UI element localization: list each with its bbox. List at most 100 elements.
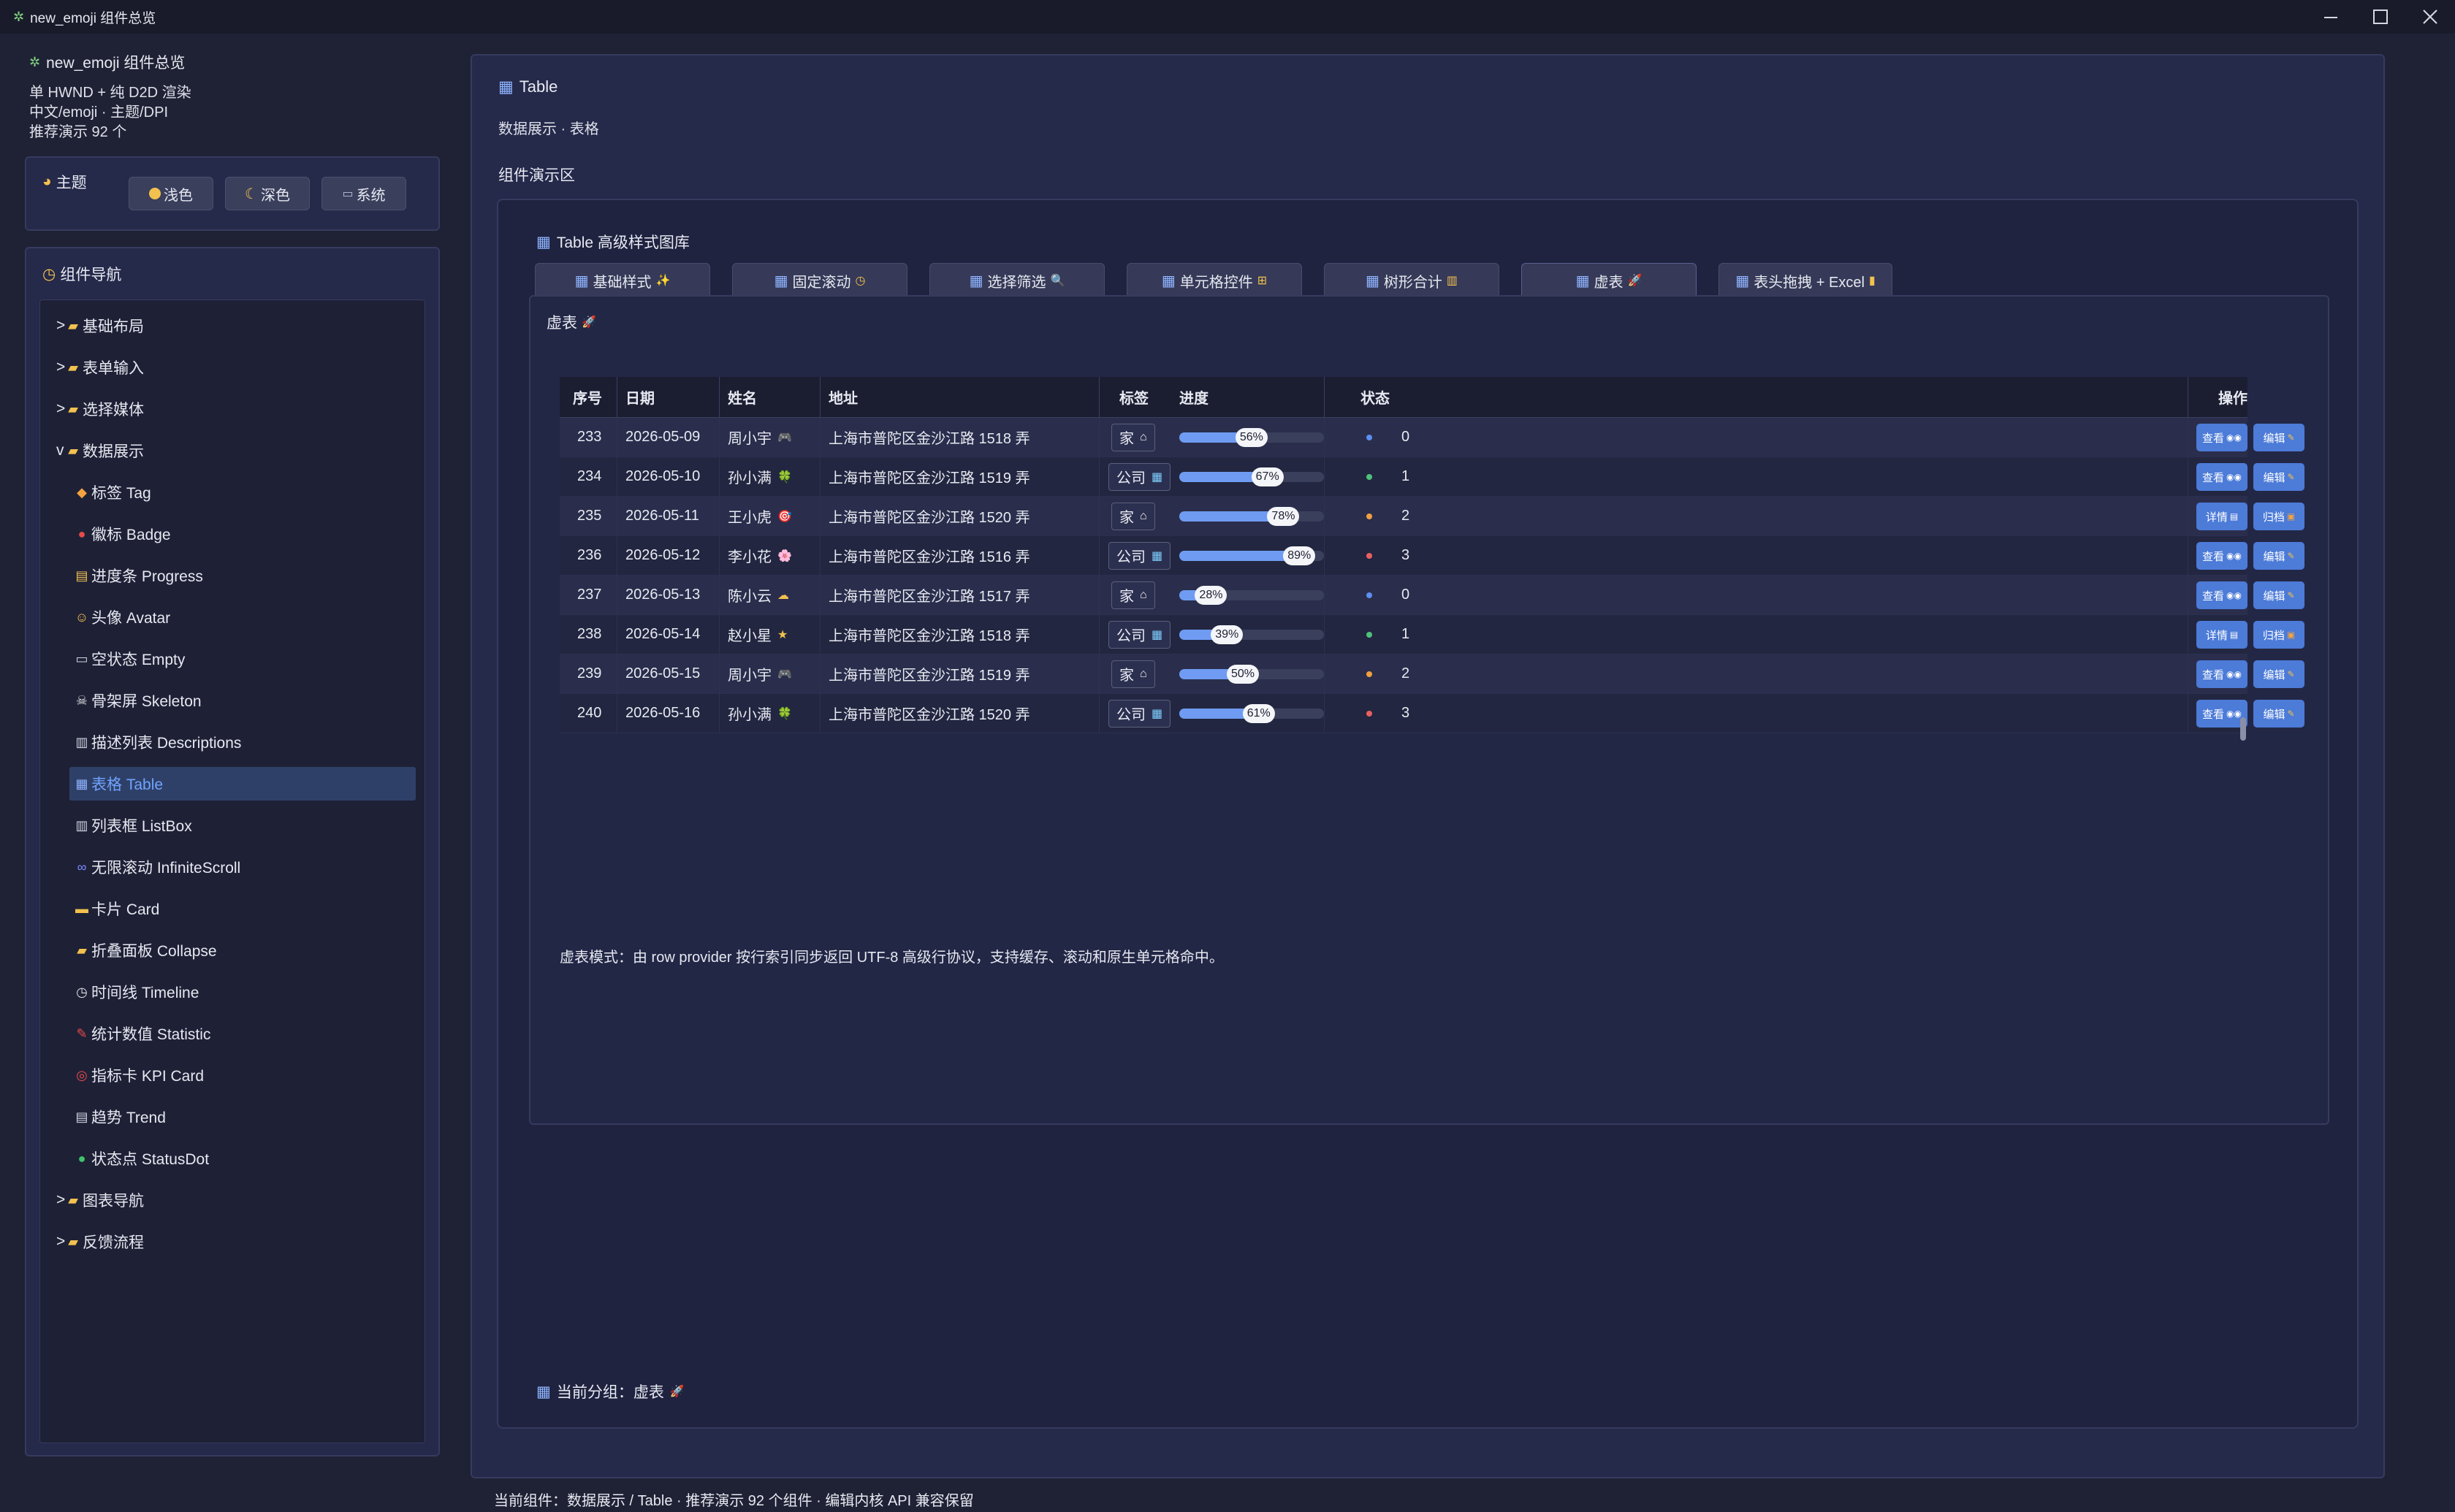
cell-status: 2 (1366, 497, 1409, 535)
column-header[interactable]: 标签 (1119, 377, 1149, 417)
table-row[interactable]: 237 2026-05-13 陈小云 ☁ 上海市普陀区金沙江路 1517 弄家 ⌂ 28% 0… (560, 576, 2304, 615)
tab-4[interactable]: ▦ 树形合计 ▥ (1324, 263, 1499, 298)
table-row[interactable]: 238 2026-05-14 赵小星 ★ 上海市普陀区金沙江路 1518 弄 公司 ▦ 39%… (560, 615, 2304, 654)
nav-item[interactable]: ▤ 进度条 Progress (69, 559, 416, 592)
table-row[interactable]: 239 2026-05-15 周小宇 🎮 上海市普陀区金沙江路 1519 弄家 ⌂ 50% 2… (560, 654, 2304, 694)
nav-group[interactable]: > ▰ 反馈流程 (50, 1225, 416, 1259)
table-row[interactable]: 235 2026-05-11 王小虎 🎯 上海市普陀区金沙江路 1520 弄家 ⌂ 78% 2… (560, 497, 2304, 536)
column-divider (820, 457, 821, 496)
nav-group[interactable]: > ▰ 选择媒体 (50, 392, 416, 426)
nav-item[interactable]: ◎ 指标卡 KPI Card (69, 1058, 416, 1092)
chart-icon: ▦ (536, 233, 551, 251)
tag-chip[interactable]: 公司 ▦ (1108, 699, 1171, 728)
tag-chip[interactable]: 公司 ▦ (1108, 541, 1171, 570)
action-button[interactable]: 查看 ◉◉ (2196, 581, 2247, 609)
nav-group[interactable]: v ▰ 数据展示 (50, 434, 416, 467)
column-header[interactable]: 姓名 (728, 377, 757, 417)
action-button[interactable]: 详情 ▤ (2196, 621, 2247, 649)
action-button[interactable]: 编辑 ✎ (2253, 581, 2304, 609)
tag-label: 家 (1119, 510, 1134, 526)
tag-chip[interactable]: 家 ⌂ (1111, 581, 1155, 609)
cell-progress: 89% (1179, 536, 1324, 575)
tab-1[interactable]: ▦ 固定滚动 ◷ (732, 263, 907, 298)
action-button[interactable]: 归档 ▣ (2253, 621, 2304, 649)
nav-item[interactable]: ▦ 表格 Table (69, 767, 416, 801)
column-header[interactable]: 日期 (625, 377, 655, 417)
tab-0[interactable]: ▦ 基础样式 ✨ (535, 263, 710, 298)
action-button[interactable]: 编辑 ✎ (2253, 660, 2304, 688)
nav-tree[interactable]: > ▰ 基础布局 > ▰ 表单输入 > ▰ 选择媒体 v ▰ 数据展示 ◆ 标签 Tag ● 徽标 Badge… (39, 299, 425, 1443)
nav-item[interactable]: ▥ 描述列表 Descriptions (69, 725, 416, 759)
virtual-mode-note: 虚表模式：由 row provider 按行索引同步返回 UTF-8 高级行协议… (560, 950, 1224, 966)
action-button[interactable]: 编辑 ✎ (2253, 424, 2304, 451)
chart-icon: ▦ (1735, 272, 1750, 289)
column-divider (1324, 536, 1325, 575)
nav-item[interactable]: ▤ 趋势 Trend (69, 1100, 416, 1134)
action-button[interactable]: 查看 ◉◉ (2196, 463, 2247, 491)
table-row[interactable]: 233 2026-05-09 周小宇 🎮 上海市普陀区金沙江路 1518 弄家 ⌂ 56% 0… (560, 418, 2304, 457)
nav-group[interactable]: > ▰ 基础布局 (50, 309, 416, 343)
action-label: 编辑 (2263, 550, 2285, 563)
nav-item-label: 骨架屏 Skeleton (91, 693, 202, 710)
tag-chip[interactable]: 公司 ▦ (1108, 462, 1171, 491)
nav-item[interactable]: ▬ 卡片 Card (69, 892, 416, 925)
action-button[interactable]: 编辑 ✎ (2253, 542, 2304, 570)
nav-item[interactable]: ▭ 空状态 Empty (69, 642, 416, 676)
tag-chip[interactable]: 家 ⌂ (1111, 660, 1155, 688)
table-row[interactable]: 236 2026-05-12 李小花 🌸 上海市普陀区金沙江路 1516 弄 公司 ▦ 89%… (560, 536, 2304, 576)
chevron-down-icon: v (56, 442, 64, 459)
action-button[interactable]: 编辑 ✎ (2253, 463, 2304, 491)
nav-item[interactable]: ∞ 无限滚动 InfiniteScroll (69, 850, 416, 884)
tag-chip[interactable]: 家 ⌂ (1111, 502, 1155, 530)
column-divider (1099, 418, 1100, 457)
nav-item[interactable]: ☺ 头像 Avatar (69, 600, 416, 634)
close-button[interactable] (2405, 0, 2455, 34)
nav-item[interactable]: ◆ 标签 Tag (69, 476, 416, 509)
nav-item[interactable]: ▰ 折叠面板 Collapse (69, 933, 416, 967)
action-button[interactable]: 查看 ◉◉ (2196, 542, 2247, 570)
tab-5[interactable]: ▦ 虚表 🚀 (1521, 263, 1697, 298)
table-row[interactable]: 234 2026-05-10 孙小满 🍀 上海市普陀区金沙江路 1519 弄 公司 ▦ 67%… (560, 457, 2304, 497)
column-header[interactable]: 序号 (573, 377, 602, 417)
action-button[interactable]: 查看 ◉◉ (2196, 424, 2247, 451)
theme-light-button[interactable]: 浅色 (129, 177, 213, 210)
tag-chip[interactable]: 公司 ▦ (1108, 620, 1171, 649)
action-button[interactable]: 归档 ▣ (2253, 503, 2304, 530)
nav-item[interactable]: ◷ 时间线 Timeline (69, 975, 416, 1009)
column-divider (1099, 615, 1100, 654)
nav-item[interactable]: ✎ 统计数值 Statistic (69, 1017, 416, 1050)
gallery-title: ▦ Table 高级样式图库 (536, 231, 690, 253)
tab-2[interactable]: ▦ 选择筛选 🔍 (929, 263, 1105, 298)
action-button[interactable]: 编辑 ✎ (2253, 700, 2304, 728)
nav-item[interactable]: ☠ 骨架屏 Skeleton (69, 684, 416, 717)
column-header[interactable]: 状态 (1360, 377, 1390, 417)
component-icon: ☠ (75, 692, 88, 708)
column-header[interactable]: 地址 (829, 377, 858, 417)
close-icon (2423, 9, 2437, 24)
sparkle-icon: ✲ (29, 54, 41, 69)
tab-6[interactable]: ▦ 表头拖拽 + Excel ▮ (1718, 263, 1892, 298)
theme-label: ◕ 主题 (42, 171, 87, 193)
nav-item[interactable]: ● 状态点 StatusDot (69, 1142, 416, 1175)
column-header[interactable]: 进度 (1179, 377, 1209, 417)
column-header[interactable]: 操作 (2218, 377, 2247, 417)
cell-id: 237 (577, 587, 602, 603)
table-scrollbar-thumb[interactable] (2240, 717, 2246, 741)
table-row[interactable]: 240 2026-05-16 孙小满 🍀 上海市普陀区金沙江路 1520 弄 公司 ▦ 61%… (560, 694, 2304, 733)
tag-chip[interactable]: 家 ⌂ (1111, 423, 1155, 451)
action-button[interactable]: 详情 ▤ (2196, 503, 2247, 530)
cell-tag: 家 ⌂ (1111, 654, 1155, 693)
nav-item[interactable]: ● 徽标 Badge (69, 517, 416, 551)
action-button[interactable]: 查看 ◉◉ (2196, 660, 2247, 688)
nav-item[interactable]: ▥ 列表框 ListBox (69, 809, 416, 842)
nav-group[interactable]: > ▰ 表单输入 (50, 351, 416, 384)
rocket-icon: 🚀 (669, 1386, 685, 1398)
theme-system-button[interactable]: ▭ 系统 (321, 177, 406, 210)
nav-group[interactable]: > ▰ 图表导航 (50, 1183, 416, 1217)
minimize-button[interactable] (2306, 0, 2356, 34)
maximize-button[interactable] (2356, 0, 2405, 34)
tab-label: 选择筛选 (987, 274, 1046, 291)
cell-name: 孙小满 🍀 (728, 457, 792, 496)
tab-3[interactable]: ▦ 单元格控件 ⊞ (1127, 263, 1302, 298)
theme-dark-button[interactable]: ☾ 深色 (225, 177, 310, 210)
